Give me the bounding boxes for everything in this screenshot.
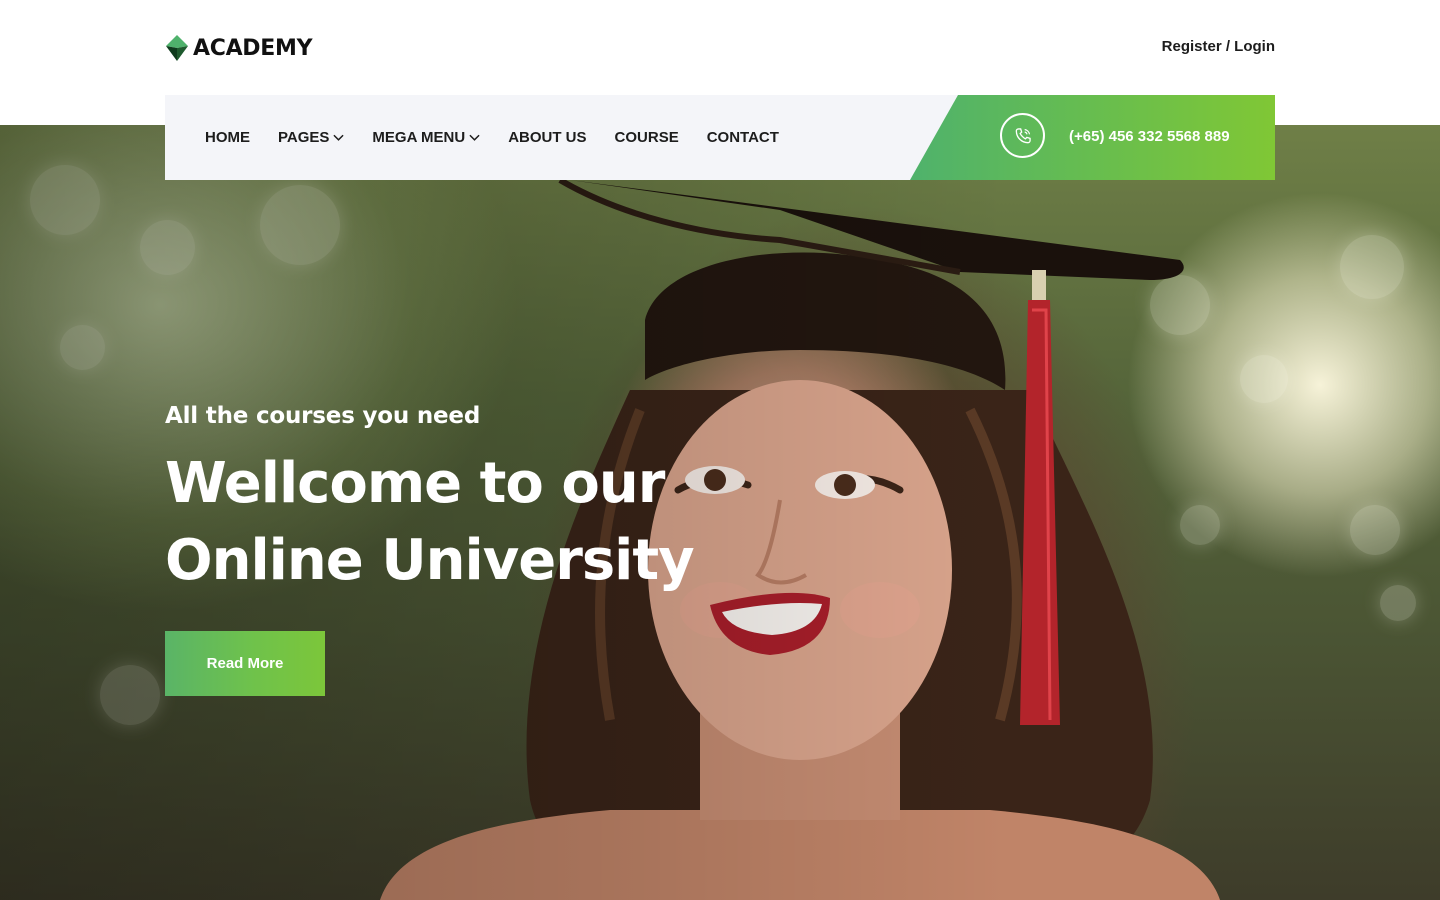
register-login-link[interactable]: Register / Login xyxy=(1162,38,1275,55)
read-more-button[interactable]: Read More xyxy=(165,631,325,696)
phone-icon-circle xyxy=(1000,113,1045,158)
hero-section: All the courses you need Wellcome to our… xyxy=(0,125,1440,900)
nav-item-course[interactable]: COURSE xyxy=(615,129,679,146)
nav-item-mega-menu[interactable]: MEGA MENU xyxy=(372,129,480,146)
phone-icon xyxy=(1015,127,1031,143)
main-navbar: HOME PAGES MEGA MENU ABOUT US COURSE CON… xyxy=(165,95,1275,180)
hero-title-line-1: Wellcome to our xyxy=(165,451,665,516)
nav-item-label: CONTACT xyxy=(706,129,779,146)
brand-logo[interactable]: ACADEMY xyxy=(165,34,313,62)
nav-item-label: COURSE xyxy=(614,129,679,146)
nav-item-label: HOME xyxy=(205,129,250,146)
phone-number[interactable]: (+65) 456 332 5568 889 xyxy=(1069,128,1230,145)
hero-title: Wellcome to our Online University xyxy=(165,445,805,599)
nav-item-contact[interactable]: CONTACT xyxy=(707,129,779,146)
phone-contact-block[interactable]: (+65) 456 332 5568 889 xyxy=(910,95,1275,180)
nav-item-about-us[interactable]: ABOUT US xyxy=(508,129,586,146)
nav-item-label: PAGES xyxy=(278,129,330,146)
diamond-logo-icon xyxy=(166,35,188,61)
nav-menu: HOME PAGES MEGA MENU ABOUT US COURSE CON… xyxy=(205,95,807,180)
nav-item-pages[interactable]: PAGES xyxy=(278,129,345,146)
nav-item-home[interactable]: HOME xyxy=(205,129,250,146)
nav-item-label: MEGA MENU xyxy=(372,129,466,146)
hero-title-line-2: Online University xyxy=(165,528,695,593)
hero-content: All the courses you need Wellcome to our… xyxy=(165,403,805,599)
nav-item-label: ABOUT US xyxy=(508,129,587,146)
chevron-down-icon xyxy=(333,134,345,141)
chevron-down-icon xyxy=(469,134,480,141)
hero-tagline: All the courses you need xyxy=(165,403,481,429)
brand-name: ACADEMY xyxy=(193,35,313,61)
